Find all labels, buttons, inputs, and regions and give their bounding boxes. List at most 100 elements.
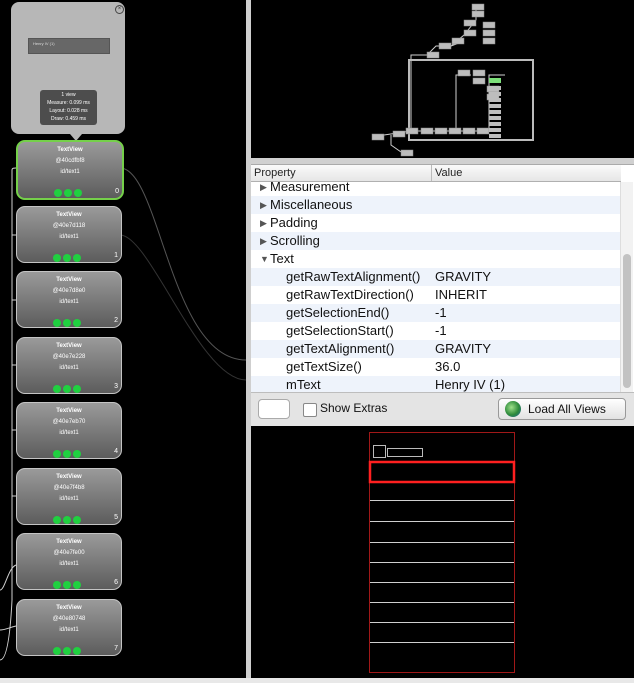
status-dot-measure (54, 189, 62, 197)
tree-node-4[interactable]: TextView @40e7eb70 id/text1 4 (16, 402, 122, 459)
node-type: TextView (56, 474, 82, 480)
node-type: TextView (56, 277, 82, 283)
category-label: Text (270, 251, 294, 266)
scrollbar-thumb[interactable] (623, 254, 631, 388)
category-label: Scrolling (270, 233, 320, 248)
property-table-scrollbar[interactable] (620, 182, 633, 393)
node-index: 7 (114, 645, 118, 652)
show-extras-checkbox[interactable] (303, 403, 317, 417)
node-index: 4 (114, 448, 118, 455)
category-row-miscellaneous[interactable]: ▶ Miscellaneous (251, 196, 621, 214)
property-row[interactable]: mText Henry IV (1) (251, 376, 621, 393)
property-name: getSelectionEnd() (286, 305, 390, 320)
property-name: getRawTextAlignment() (286, 269, 421, 284)
disclosure-triangle-right-icon[interactable]: ▶ (260, 196, 267, 214)
property-name: getTextSize() (286, 359, 362, 374)
layout-wireframe (368, 432, 516, 673)
property-value: GRAVITY (435, 269, 492, 284)
status-dot-measure (53, 319, 61, 327)
node-status-dots (53, 314, 83, 327)
node-status-dots (53, 642, 83, 655)
tree-node-3[interactable]: TextView @40e7e228 id/text1 3 (16, 337, 122, 394)
tree-node-6[interactable]: TextView @40e7fe00 id/text1 6 (16, 533, 122, 590)
disclosure-triangle-right-icon[interactable]: ▶ (260, 214, 267, 232)
node-index: 1 (114, 252, 118, 259)
popup-preview-text: Henry IV (1) (33, 41, 55, 46)
node-status-dots (53, 249, 83, 262)
stats-draw: Draw: 0.459 ms (50, 116, 86, 122)
property-name: getSelectionStart() (286, 323, 394, 338)
node-id: id/text1 (59, 299, 79, 305)
show-extras-label[interactable]: Show Extras (320, 401, 387, 415)
status-dot-measure (53, 385, 61, 393)
node-status-dots (53, 511, 83, 524)
property-value: -1 (435, 305, 447, 320)
category-label: Miscellaneous (270, 197, 353, 212)
node-hash: @40e7d8e0 (52, 288, 86, 294)
disclosure-triangle-down-icon[interactable]: ▼ (260, 250, 269, 268)
stats-view-count: 1 view (61, 92, 76, 98)
property-row[interactable]: getTextSize() 36.0 (251, 358, 621, 376)
node-status-dots (53, 576, 83, 589)
node-type: TextView (56, 408, 82, 414)
category-row-measurement[interactable]: ▶ Measurement (251, 178, 621, 196)
property-row[interactable]: getSelectionStart() -1 (251, 322, 621, 340)
property-row[interactable]: getTextAlignment() GRAVITY (251, 340, 621, 358)
status-dot-layout (63, 254, 71, 262)
property-value: -1 (435, 323, 447, 338)
tree-overview-minimap[interactable] (251, 0, 634, 158)
close-icon[interactable]: × (115, 5, 124, 14)
node-type: TextView (56, 343, 82, 349)
tree-node-1[interactable]: TextView @40e7d118 id/text1 1 (16, 206, 122, 263)
node-hash: @40e7fe00 (53, 550, 85, 556)
status-dot-draw (73, 450, 81, 458)
tree-node-7[interactable]: TextView @40e80748 id/text1 7 (16, 599, 122, 656)
node-type: TextView (56, 539, 82, 545)
status-dot-layout (63, 516, 71, 524)
node-type: TextView (57, 147, 83, 153)
disclosure-triangle-right-icon[interactable]: ▶ (260, 232, 267, 250)
property-row[interactable]: getSelectionEnd() -1 (251, 304, 621, 322)
view-tree-canvas[interactable]: × Henry IV (1) 1 view Measure: 0.099 ms … (0, 0, 246, 678)
node-id: id/text1 (59, 561, 79, 567)
popup-timing-stats: 1 view Measure: 0.099 ms Layout: 0.028 m… (40, 90, 97, 125)
stats-measure: Measure: 0.099 ms (47, 100, 90, 106)
status-dot-draw (73, 581, 81, 589)
node-id: id/text1 (59, 430, 79, 436)
node-hash: @40e7f4b8 (53, 485, 85, 491)
load-all-views-button[interactable]: Load All Views (498, 398, 626, 420)
node-index: 2 (114, 317, 118, 324)
layout-preview-canvas[interactable] (251, 426, 634, 678)
node-id: id/text1 (59, 627, 79, 633)
minimap-graph (371, 3, 534, 157)
node-status-dots (54, 184, 84, 197)
category-row-text[interactable]: ▼ Text (251, 250, 621, 268)
status-dot-draw (73, 516, 81, 524)
category-row-scrolling[interactable]: ▶ Scrolling (251, 232, 621, 250)
category-row-padding[interactable]: ▶ Padding (251, 214, 621, 232)
disclosure-triangle-right-icon[interactable]: ▶ (260, 178, 267, 196)
view-preview-popup: × Henry IV (1) 1 view Measure: 0.099 ms … (11, 2, 125, 141)
property-value: INHERIT (435, 287, 487, 302)
property-row[interactable]: getRawTextAlignment() GRAVITY (251, 268, 621, 286)
property-table[interactable]: Property Value ▶ Measurement ▶ Miscellan… (251, 164, 634, 393)
status-dot-layout (63, 319, 71, 327)
node-type: TextView (56, 605, 82, 611)
category-label: Padding (270, 215, 318, 230)
tree-node-0[interactable]: TextView @40cdfbf8 id/text1 0 (16, 140, 124, 200)
status-dot-measure (53, 581, 61, 589)
node-id: id/text1 (59, 234, 79, 240)
property-value: Henry IV (1) (435, 377, 506, 392)
status-dot-layout (63, 385, 71, 393)
unlabeled-button[interactable] (258, 399, 290, 419)
node-id: id/text1 (59, 496, 79, 502)
tree-node-2[interactable]: TextView @40e7d8e0 id/text1 2 (16, 271, 122, 328)
stats-layout: Layout: 0.028 ms (49, 108, 88, 114)
node-index: 0 (115, 188, 119, 195)
property-rows: ▶ Measurement ▶ Miscellaneous ▶ Padding … (251, 178, 621, 393)
tree-node-5[interactable]: TextView @40e7f4b8 id/text1 5 (16, 468, 122, 525)
property-value: GRAVITY (435, 341, 492, 356)
node-index: 3 (114, 383, 118, 390)
status-dot-draw (73, 647, 81, 655)
property-row[interactable]: getRawTextDirection() INHERIT (251, 286, 621, 304)
